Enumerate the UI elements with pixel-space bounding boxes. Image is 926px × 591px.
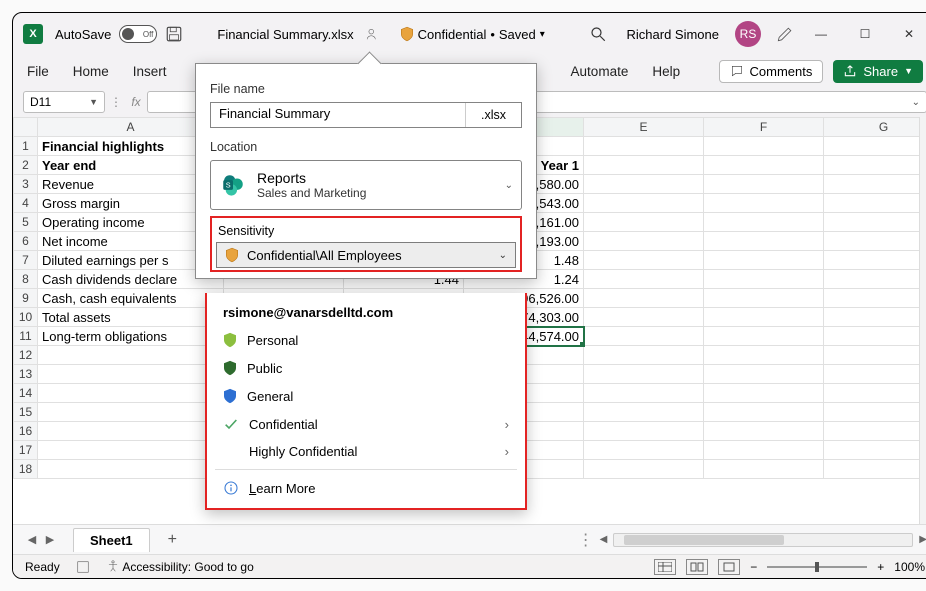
accessibility-icon [106, 559, 120, 573]
expand-formula-icon[interactable]: ⌄ [906, 97, 926, 108]
sensitivity-highlight: Sensitivity Confidential\All Employees ⌄ [210, 216, 522, 272]
sensitivity-option[interactable]: Public [207, 354, 525, 382]
col-header[interactable]: G [824, 118, 920, 137]
tab-file[interactable]: File [27, 64, 49, 79]
autosave-label: AutoSave [55, 27, 111, 42]
chevron-down-icon: ▾ [540, 29, 545, 40]
location-label: Location [210, 140, 522, 154]
save-icon[interactable] [165, 25, 183, 43]
maximize-button[interactable]: ☐ [847, 18, 883, 50]
avatar[interactable]: RS [735, 21, 761, 47]
tab-insert[interactable]: Insert [133, 64, 167, 79]
filename-display[interactable]: Financial Summary.xlsx [217, 27, 353, 42]
sharepoint-icon: S [219, 171, 247, 199]
chevron-down-icon: ▼ [904, 66, 913, 76]
sensitivity-badge[interactable]: Confidential • Saved ▾ [400, 26, 545, 42]
sensitivity-select[interactable]: Confidential\All Employees ⌄ [216, 242, 516, 268]
col-header[interactable]: F [704, 118, 824, 137]
pen-mode-icon[interactable] [775, 24, 795, 44]
title-bar: X AutoSave Off Financial Summary.xlsx Co… [13, 13, 926, 55]
file-info-popover: File name Financial Summary .xlsx Locati… [195, 63, 537, 279]
sensitivity-option[interactable]: Personal [207, 326, 525, 354]
minimize-button[interactable]: — [803, 18, 839, 50]
comment-icon [730, 64, 744, 78]
filename-label: File name [210, 82, 522, 96]
fx-icon[interactable]: fx [127, 95, 145, 109]
sheet-tab[interactable]: Sheet1 [73, 528, 150, 552]
chevron-down-icon: ⌄ [505, 180, 513, 191]
svg-text:S: S [226, 180, 231, 189]
col-header[interactable]: E [584, 118, 704, 137]
shared-users-icon[interactable] [366, 27, 380, 41]
sensitivity-option[interactable]: Confidential› [207, 410, 525, 438]
add-sheet-button[interactable]: + [168, 531, 177, 549]
share-button[interactable]: Share ▼ [833, 60, 923, 83]
share-icon [843, 64, 857, 78]
excel-icon: X [23, 24, 43, 44]
sheet-nav-prev[interactable]: ◀ [23, 533, 41, 546]
filename-input[interactable]: Financial Summary .xlsx [210, 102, 522, 128]
user-name[interactable]: Richard Simone [627, 27, 720, 42]
close-button[interactable]: ✕ [891, 18, 926, 50]
chevron-down-icon: ▼ [89, 97, 98, 107]
tab-automate[interactable]: Automate [571, 64, 629, 79]
sensitivity-label: Sensitivity [218, 224, 516, 238]
tab-home[interactable]: Home [73, 64, 109, 79]
sheet-tab-bar: ◀ ▶ Sheet1 + ⋮ ◀ ▶ [13, 524, 926, 554]
info-icon [223, 480, 239, 496]
horizontal-scrollbar[interactable] [613, 533, 913, 547]
shield-icon [225, 247, 239, 263]
shield-icon [400, 26, 414, 42]
tab-help[interactable]: Help [652, 64, 680, 79]
location-subtitle: Sales and Marketing [257, 186, 495, 200]
sensitivity-option[interactable]: General [207, 382, 525, 410]
app-window: X AutoSave Off Financial Summary.xlsx Co… [12, 12, 926, 579]
sensitivity-dropdown: rsimone@vanarsdelltd.com PersonalPublicG… [205, 293, 527, 510]
file-extension-select[interactable]: .xlsx [465, 103, 521, 127]
autosave-toggle[interactable]: Off [119, 25, 157, 43]
sheet-nav-next[interactable]: ▶ [41, 533, 59, 546]
hscroll-left[interactable]: ◀ [600, 534, 608, 545]
hscroll-right[interactable]: ▶ [919, 534, 926, 545]
account-email: rsimone@vanarsdelltd.com [207, 301, 525, 326]
name-box[interactable]: D11 ▼ [23, 91, 105, 113]
comments-button[interactable]: Comments [719, 60, 824, 83]
search-icon[interactable] [589, 25, 607, 43]
vertical-scrollbar[interactable] [919, 117, 926, 524]
chevron-down-icon: ⌄ [499, 250, 507, 261]
location-select[interactable]: S Reports Sales and Marketing ⌄ [210, 160, 522, 210]
sensitivity-learn-more[interactable]: Learn More [207, 474, 525, 502]
location-title: Reports [257, 170, 495, 186]
sensitivity-option[interactable]: Highly Confidential› [207, 438, 525, 465]
status-bar: Ready Accessibility: Good to go − + 100% [13, 554, 926, 578]
